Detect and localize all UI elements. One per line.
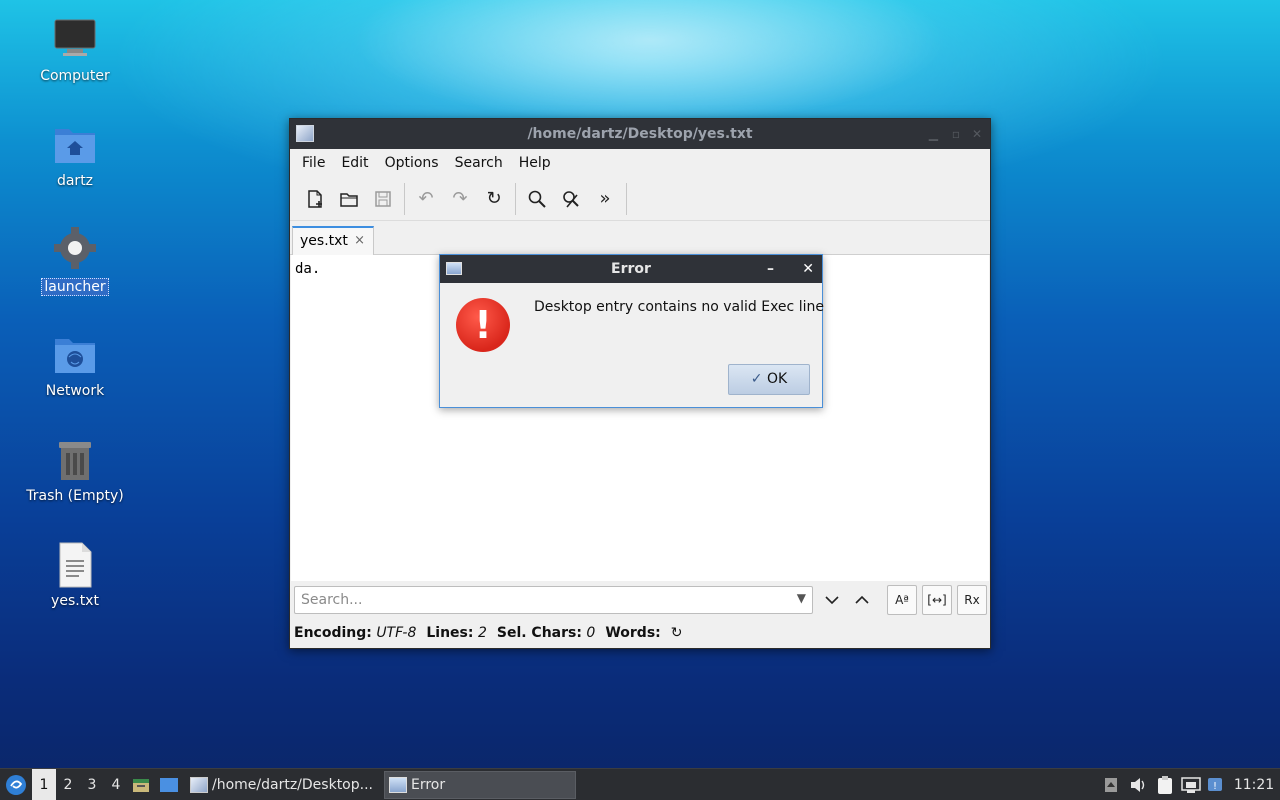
match-case-icon[interactable]: Aª: [887, 585, 917, 615]
menu-help[interactable]: Help: [511, 155, 559, 171]
minimize-icon[interactable]: ▁: [929, 119, 938, 149]
desktop-icon-label: launcher: [41, 278, 109, 296]
desktop-icon-label: Network: [45, 383, 105, 399]
desktop-icon-label: Trash (Empty): [26, 488, 124, 504]
whole-word-icon[interactable]: [↔]: [922, 585, 952, 615]
start-menu-icon[interactable]: [0, 769, 32, 800]
workspace-1[interactable]: 1: [32, 768, 56, 800]
menu-bar: File Edit Options Search Help: [290, 149, 990, 177]
dialog-title: Error: [611, 261, 651, 277]
menu-edit[interactable]: Edit: [333, 155, 376, 171]
monitor-icon: [51, 16, 99, 64]
task-label: Error: [411, 776, 446, 793]
maximize-icon[interactable]: ▫: [952, 119, 960, 149]
dialog-app-icon: [389, 776, 407, 793]
undo-icon[interactable]: ↶: [409, 182, 443, 216]
dialog-message: Desktop entry contains no valid Exec lin…: [534, 299, 824, 315]
ok-button[interactable]: ✓ OK: [728, 364, 810, 395]
task-error-dialog[interactable]: Error: [384, 770, 576, 799]
app-icon: [296, 125, 314, 142]
editor-app-icon: [190, 776, 208, 793]
words-label: Words:: [605, 625, 661, 641]
taskbar: 1 2 3 4 /home/dartz/Desktop... Error ! 1…: [0, 768, 1280, 800]
svg-text:!: !: [1213, 781, 1217, 792]
workspace-3[interactable]: 3: [80, 769, 104, 800]
toolbar: ↶ ↷ ↻ »: [290, 177, 990, 221]
desktop-icon-network[interactable]: Network: [20, 331, 130, 399]
desktop-icon-label: Computer: [40, 68, 110, 84]
task-text-editor[interactable]: /home/dartz/Desktop...: [186, 771, 378, 799]
workspace-2[interactable]: 2: [56, 769, 80, 800]
show-desktop-icon[interactable]: [154, 769, 184, 800]
lines-label: Lines:: [426, 625, 474, 641]
close-icon[interactable]: ✕: [972, 119, 982, 149]
editor-text: da.: [295, 261, 321, 277]
encoding-value: UTF-8: [376, 625, 417, 641]
volume-icon[interactable]: [1124, 769, 1152, 800]
lines-value: 2: [477, 625, 487, 641]
go-to-line-icon[interactable]: »: [588, 182, 622, 216]
network-folder-icon: [51, 331, 99, 379]
redo-icon[interactable]: ↷: [443, 182, 477, 216]
new-file-icon[interactable]: [298, 182, 332, 216]
checkmark-icon: ✓: [750, 371, 763, 387]
desktop-icon-label: dartz: [56, 173, 94, 189]
find-replace-icon[interactable]: [554, 182, 588, 216]
error-icon: !: [456, 298, 510, 352]
desktop-icon-computer[interactable]: Computer: [20, 16, 130, 84]
find-next-icon[interactable]: [817, 585, 847, 615]
desktop-icon-launcher[interactable]: launcher: [20, 226, 130, 296]
search-bar: Search... ▼ Aª [↔] Rx: [290, 581, 990, 619]
tab-close-icon[interactable]: ×: [354, 228, 365, 254]
close-icon[interactable]: ✕: [802, 255, 814, 283]
workspace-4[interactable]: 4: [104, 769, 128, 800]
file-manager-icon[interactable]: [128, 769, 154, 800]
desktop-icon-dartz[interactable]: dartz: [20, 121, 130, 189]
refresh-count-icon[interactable]: ↻: [671, 625, 683, 641]
error-dialog: Error – ✕ ! Desktop entry contains no va…: [439, 254, 824, 408]
search-input[interactable]: Search... ▼: [294, 586, 813, 614]
tab-bar: yes.txt ×: [290, 221, 990, 256]
open-folder-icon[interactable]: [332, 182, 366, 216]
find-icon[interactable]: [520, 182, 554, 216]
toolbar-separator: [404, 182, 405, 215]
minimize-icon[interactable]: –: [767, 255, 774, 283]
menu-file[interactable]: File: [294, 155, 333, 171]
sel-chars-label: Sel. Chars:: [496, 625, 582, 641]
gear-icon: [51, 226, 99, 274]
home-folder-icon: [51, 121, 99, 169]
toolbar-separator: [515, 182, 516, 215]
task-label: /home/dartz/Desktop...: [212, 776, 373, 793]
window-titlebar[interactable]: /home/dartz/Desktop/yes.txt ▁ ▫ ✕: [290, 119, 990, 149]
sel-chars-value: 0: [586, 625, 596, 641]
dialog-titlebar[interactable]: Error – ✕: [440, 255, 822, 283]
text-file-icon: [51, 541, 99, 589]
find-previous-icon[interactable]: [847, 585, 877, 615]
desktop-icon-label: yes.txt: [51, 593, 99, 609]
reload-icon[interactable]: ↻: [477, 182, 511, 216]
toolbar-separator: [626, 182, 627, 215]
dialog-app-icon: [446, 262, 462, 275]
tab-yes-txt[interactable]: yes.txt ×: [292, 226, 374, 256]
search-placeholder: Search...: [301, 592, 363, 608]
tab-label: yes.txt: [300, 233, 348, 249]
window-title: /home/dartz/Desktop/yes.txt: [527, 126, 753, 142]
encoding-label: Encoding:: [294, 625, 372, 641]
menu-options[interactable]: Options: [377, 155, 447, 171]
status-bar: Encoding: UTF-8 Lines: 2 Sel. Chars: 0 W…: [294, 621, 682, 645]
ok-label: OK: [766, 371, 788, 387]
regex-icon[interactable]: Rx: [957, 585, 987, 615]
desktop-icon-yes-txt[interactable]: yes.txt: [20, 541, 130, 609]
trash-icon: [51, 436, 99, 484]
network-icon[interactable]: [1178, 769, 1204, 800]
update-notifier-icon[interactable]: !: [1204, 769, 1228, 800]
clipboard-icon[interactable]: [1152, 769, 1178, 800]
clock[interactable]: 11:21: [1228, 769, 1280, 800]
desktop-icon-trash[interactable]: Trash (Empty): [20, 436, 130, 504]
save-icon[interactable]: [366, 182, 400, 216]
chevron-down-icon[interactable]: ▼: [797, 591, 806, 605]
tray-expand-icon[interactable]: [1098, 769, 1124, 800]
menu-search[interactable]: Search: [447, 155, 511, 171]
